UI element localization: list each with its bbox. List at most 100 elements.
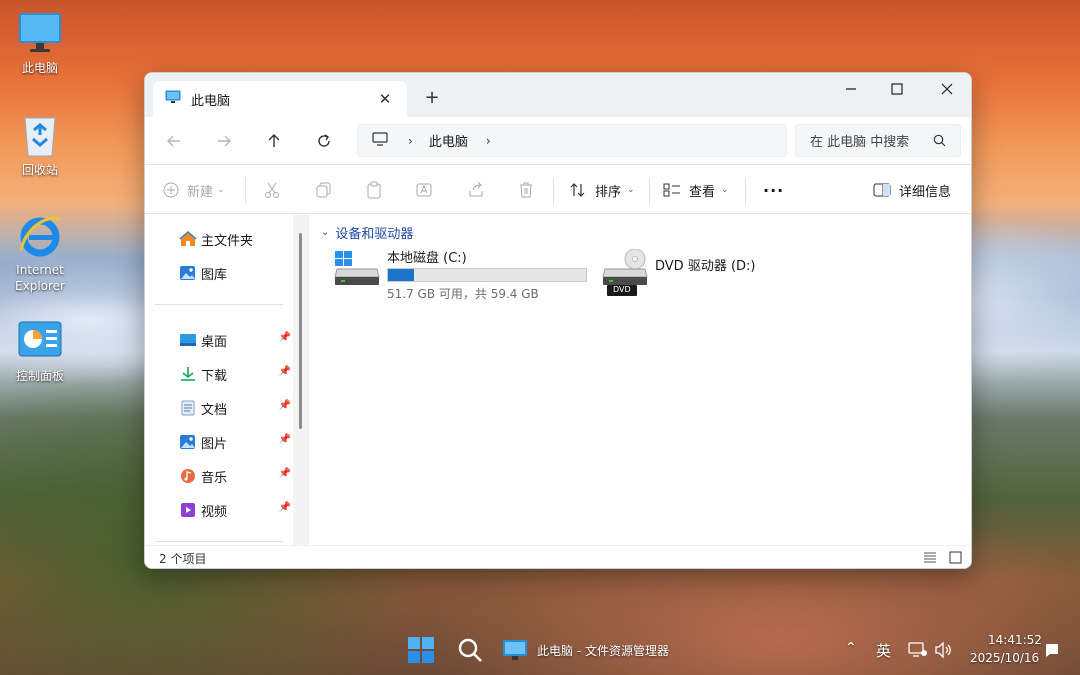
refresh-button[interactable] xyxy=(309,127,339,155)
sidebar-item-home[interactable]: 主文件夹 xyxy=(179,227,291,251)
gallery-icon xyxy=(180,266,195,280)
sidebar-item-label: 图库 xyxy=(201,267,228,283)
sidebar-item-downloads[interactable]: 下载 📌 xyxy=(179,362,291,386)
chevron-down-icon: ⌄ xyxy=(217,185,225,195)
chevron-down-icon: ⌄ xyxy=(721,185,729,195)
pin-icon[interactable]: 📌 xyxy=(279,434,291,445)
sidebar-scrollbar[interactable] xyxy=(293,215,309,545)
pictures-icon xyxy=(180,435,195,449)
search-button[interactable] xyxy=(457,637,483,667)
view-button[interactable]: 查看 ⌄ xyxy=(663,178,729,202)
taskbar-app-file-explorer[interactable]: 此电脑 - 文件资源管理器 xyxy=(500,635,680,667)
desktop-icon-internet-explorer[interactable]: Internet Explorer xyxy=(8,212,72,294)
new-tab-button[interactable]: + xyxy=(421,87,443,109)
search-input[interactable]: 在 此电脑 中搜索 xyxy=(795,124,961,157)
title-bar: 此电脑 ✕ + xyxy=(145,73,971,117)
cut-button[interactable] xyxy=(263,178,281,202)
back-button[interactable] xyxy=(159,127,189,155)
notification-icon[interactable] xyxy=(1044,641,1060,663)
details-pane-button[interactable]: 详细信息 xyxy=(873,178,951,202)
copy-button[interactable] xyxy=(315,178,333,202)
pin-icon[interactable]: 📌 xyxy=(279,366,291,377)
details-pane-icon xyxy=(873,183,891,197)
sidebar-item-label: 桌面 xyxy=(201,334,228,350)
control-panel-icon xyxy=(17,318,63,364)
pin-icon[interactable]: 📌 xyxy=(279,400,291,411)
up-button[interactable] xyxy=(259,127,289,155)
minimize-button[interactable] xyxy=(827,73,875,105)
pin-icon[interactable]: 📌 xyxy=(279,332,291,343)
chevron-up-icon[interactable]: ⌃ xyxy=(845,640,857,656)
sidebar-item-desktop[interactable]: 桌面 📌 xyxy=(179,328,291,352)
clock-date[interactable]: 2025/10/16 xyxy=(970,651,1039,665)
share-button[interactable] xyxy=(467,178,485,202)
desktop-icon-label: 回收站 xyxy=(21,163,58,177)
delete-button[interactable] xyxy=(517,178,535,202)
start-button[interactable] xyxy=(408,637,434,667)
internet-explorer-icon xyxy=(17,212,63,258)
desktop-icon-recycle-bin[interactable]: 回收站 xyxy=(8,112,72,178)
scrollbar-thumb[interactable] xyxy=(299,233,302,429)
recycle-bin-icon xyxy=(17,112,63,158)
details-view-icon[interactable] xyxy=(923,552,937,568)
sidebar-item-videos[interactable]: 视频 📌 xyxy=(179,498,291,522)
plus-circle-icon xyxy=(163,182,179,198)
chevron-down-icon: ⌄ xyxy=(627,185,635,195)
chevron-right-icon[interactable]: › xyxy=(408,134,413,148)
more-options-button[interactable]: ··· xyxy=(763,178,784,202)
sidebar-item-documents[interactable]: 文档 📌 xyxy=(179,396,291,420)
drive-space-text: 51.7 GB 可用，共 59.4 GB xyxy=(387,287,539,301)
rename-button[interactable] xyxy=(415,178,433,202)
sidebar-divider xyxy=(155,541,283,542)
sidebar-item-label: 下载 xyxy=(201,368,228,384)
scissors-icon xyxy=(265,182,279,198)
sort-button[interactable]: 排序 ⌄ xyxy=(569,178,635,202)
group-header-devices[interactable]: ⌄ 设备和驱动器 xyxy=(321,223,413,242)
music-icon xyxy=(181,469,195,483)
search-icon[interactable] xyxy=(933,134,946,151)
breadcrumb-this-pc[interactable]: 此电脑 xyxy=(429,131,468,150)
chevron-right-icon[interactable]: › xyxy=(486,134,491,148)
trash-icon xyxy=(520,182,532,198)
arrow-right-icon xyxy=(218,135,231,147)
pin-icon[interactable]: 📌 xyxy=(279,468,291,479)
maximize-button[interactable] xyxy=(873,73,921,105)
file-list: ⌄ 设备和驱动器 本地磁盘 (C:) 51.7 GB 可用，共 59.4 GB … xyxy=(309,215,971,545)
sidebar-item-gallery[interactable]: 图库 xyxy=(179,261,291,285)
close-tab-icon[interactable]: ✕ xyxy=(375,89,395,109)
sidebar-item-pictures[interactable]: 图片 📌 xyxy=(179,430,291,454)
large-icons-view-icon[interactable] xyxy=(949,551,962,568)
desktop-icon-this-pc[interactable]: 此电脑 xyxy=(8,10,72,76)
taskbar: 此电脑 - 文件资源管理器 ⌃ 英 14:41:52 2025/10/16 xyxy=(0,627,1080,675)
desktop-icon xyxy=(180,334,196,346)
download-icon xyxy=(181,367,195,381)
tab-this-pc[interactable]: 此电脑 ✕ xyxy=(153,81,407,117)
drive-usage-fill xyxy=(388,269,414,281)
close-icon xyxy=(941,83,953,95)
sidebar-item-label: 主文件夹 xyxy=(201,233,254,249)
ime-indicator[interactable]: 英 xyxy=(876,640,891,661)
paste-button[interactable] xyxy=(365,178,383,202)
pin-icon[interactable]: 📌 xyxy=(279,502,291,513)
drive-item-d[interactable]: DVD DVD 驱动器 (D:) xyxy=(601,247,801,301)
network-icon[interactable] xyxy=(908,641,928,663)
volume-icon[interactable] xyxy=(934,641,954,663)
new-button[interactable]: 新建 ⌄ xyxy=(163,178,225,202)
close-button[interactable] xyxy=(923,73,971,105)
desktop-icon-control-panel[interactable]: 控制面板 xyxy=(8,318,72,384)
sort-icon xyxy=(570,183,585,197)
drive-item-c[interactable]: 本地磁盘 (C:) 51.7 GB 可用，共 59.4 GB xyxy=(333,247,593,301)
dvd-badge: DVD xyxy=(613,285,631,294)
forward-button[interactable] xyxy=(209,127,239,155)
sidebar-divider xyxy=(155,304,283,305)
refresh-icon xyxy=(318,134,330,147)
address-bar[interactable]: › 此电脑 › xyxy=(357,124,787,157)
desktop-icon-label: 此电脑 xyxy=(21,61,58,75)
command-bar: 新建 ⌄ 排序 ⌄ 查看 ⌄ ··· 详细信息 xyxy=(145,166,971,214)
hard-drive-icon xyxy=(333,249,381,293)
paste-icon xyxy=(367,181,381,199)
sidebar-item-label: 文档 xyxy=(201,402,228,418)
sidebar-item-music[interactable]: 音乐 📌 xyxy=(179,464,291,488)
monitor-icon xyxy=(17,10,63,56)
clock-time[interactable]: 14:41:52 xyxy=(988,633,1042,647)
